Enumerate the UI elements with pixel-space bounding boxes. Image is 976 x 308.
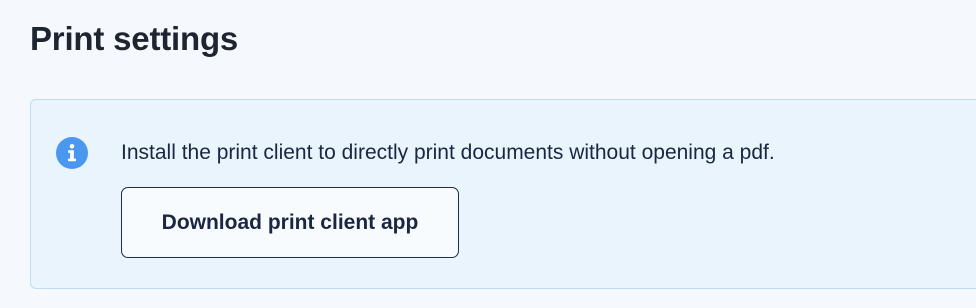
info-banner: Install the print client to directly pri… — [30, 99, 976, 289]
info-icon — [56, 137, 88, 169]
download-print-client-button[interactable]: Download print client app — [121, 187, 459, 258]
page-title: Print settings — [30, 20, 239, 57]
info-message: Install the print client to directly pri… — [121, 141, 775, 164]
